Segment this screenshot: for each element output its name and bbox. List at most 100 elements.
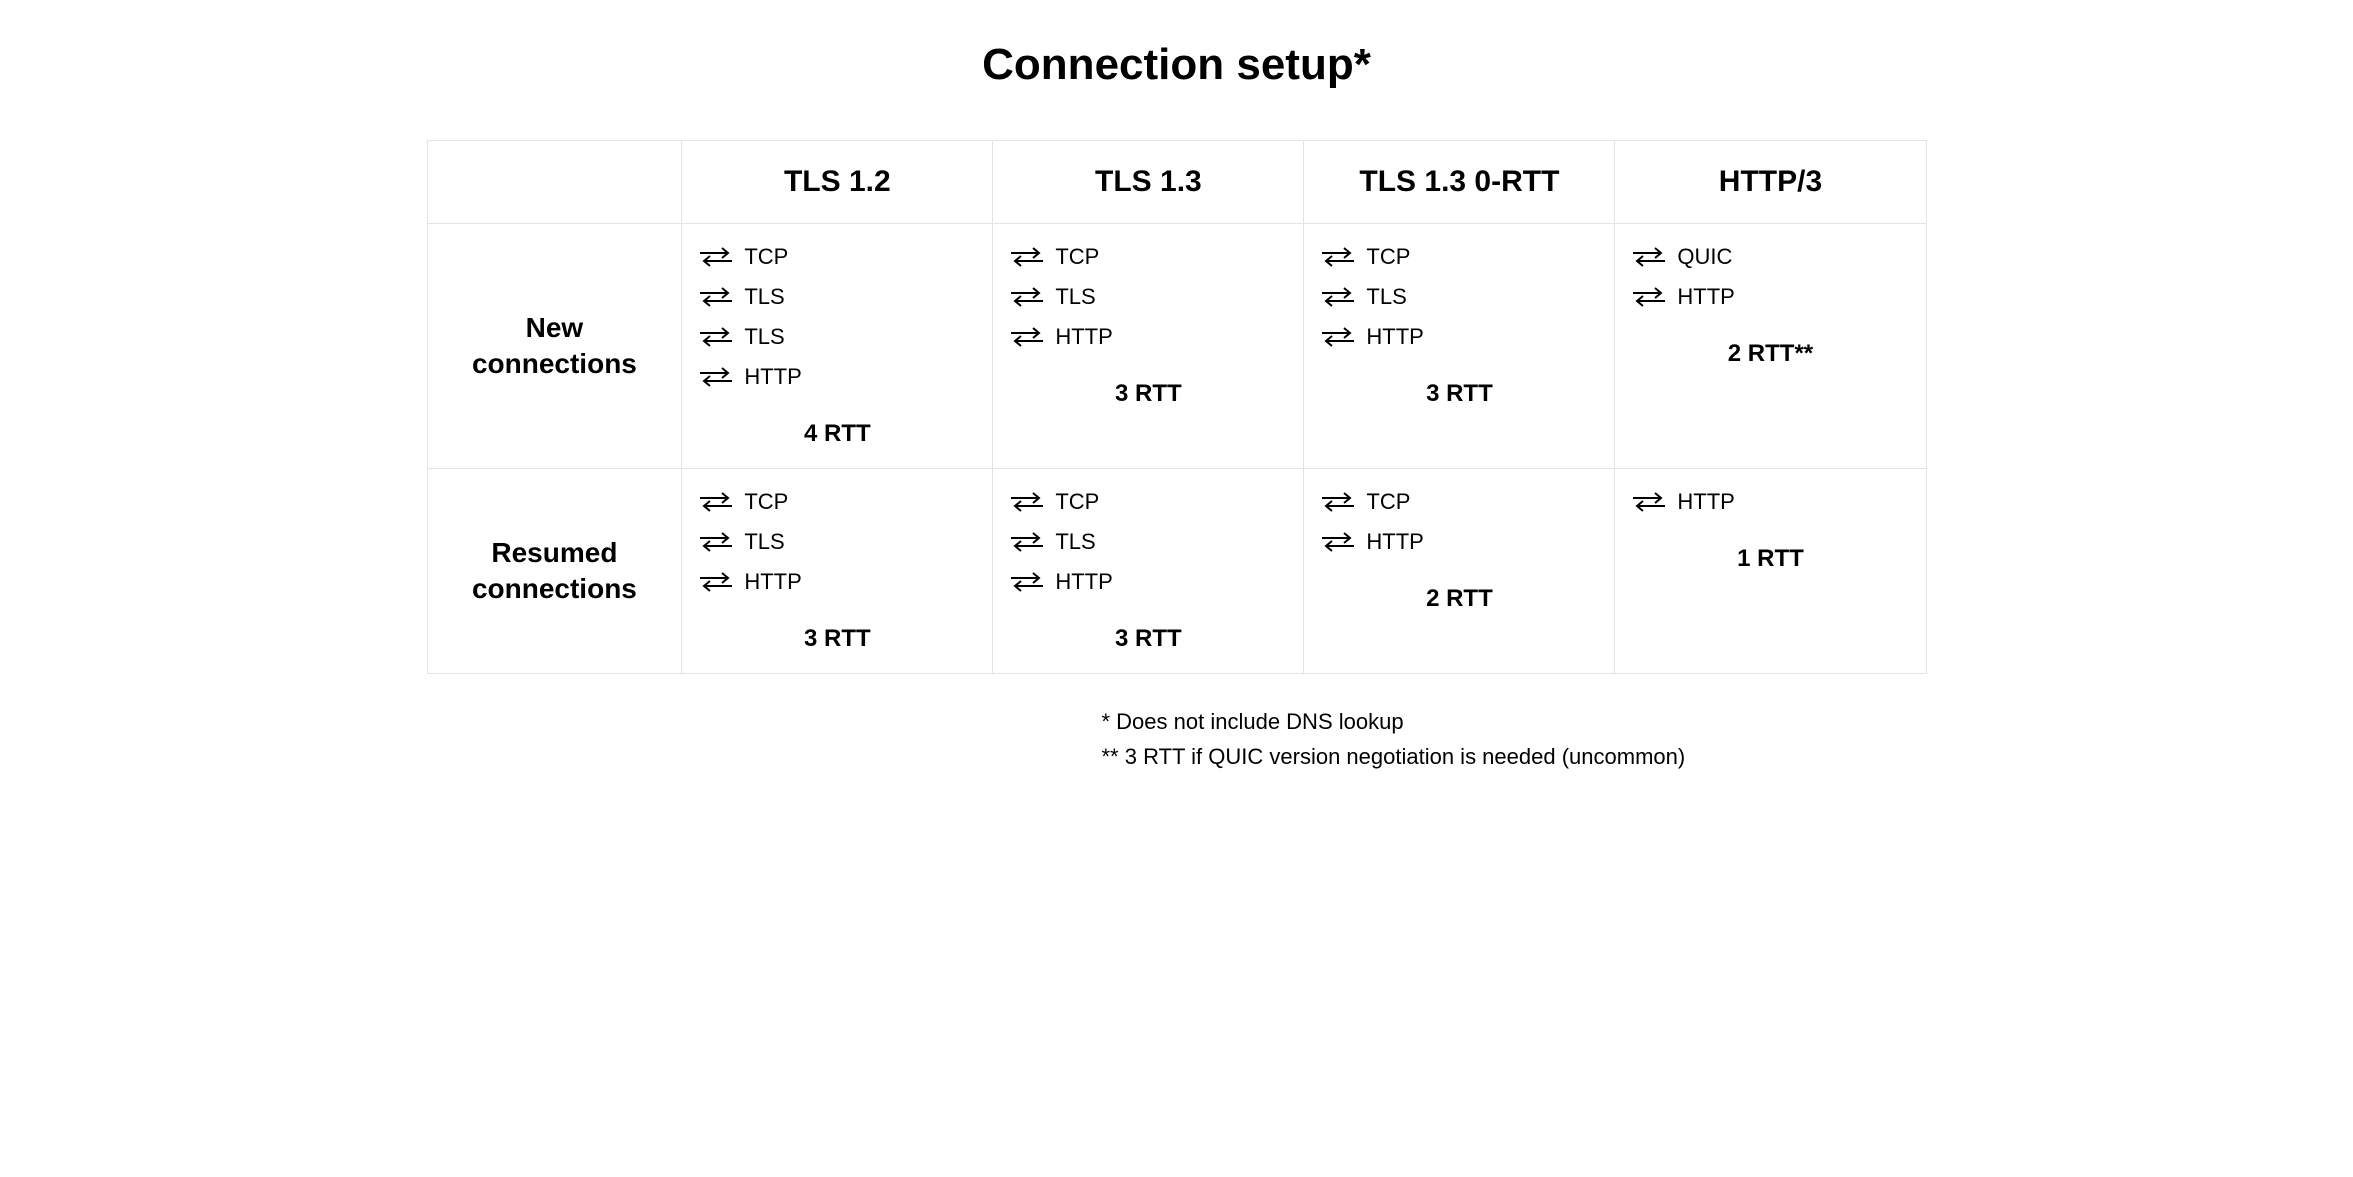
bidirectional-arrow-icon — [698, 245, 734, 269]
step-label: TLS — [1366, 284, 1406, 310]
bidirectional-arrow-icon — [1320, 325, 1356, 349]
step-label: HTTP — [744, 364, 801, 390]
step-item: TCP — [698, 489, 976, 515]
step-label: TLS — [744, 284, 784, 310]
step-item: HTTP — [698, 569, 976, 595]
rtt-value: 4 RTT — [698, 420, 976, 448]
resumed-connections-row: Resumed connections TCPTLSHTTP3 RTT TCPT… — [427, 469, 1926, 674]
rtt-value: 3 RTT — [1009, 380, 1287, 408]
step-item: HTTP — [1009, 569, 1287, 595]
resumed-tls13-0rtt-cell: TCP HTTP 2 RTT — [1304, 469, 1615, 674]
step-label: HTTP — [1677, 489, 1734, 515]
bidirectional-arrow-icon — [698, 570, 734, 594]
rtt-value: 1 RTT — [1631, 545, 1909, 573]
step-label: TCP — [744, 244, 788, 270]
bidirectional-arrow-icon — [698, 285, 734, 309]
step-item: TLS — [1009, 284, 1287, 310]
bidirectional-arrow-icon — [1009, 325, 1045, 349]
step-label: TCP — [744, 489, 788, 515]
bidirectional-arrow-icon — [1009, 285, 1045, 309]
step-label: TLS — [744, 324, 784, 350]
resumed-tls13-cell: TCP TLS HTTP 3 RTT — [993, 469, 1304, 674]
header-empty — [427, 141, 682, 224]
header-row: TLS 1.2 TLS 1.3 TLS 1.3 0-RTT HTTP/3 — [427, 141, 1926, 224]
step-item: TCP — [1009, 244, 1287, 270]
step-item: HTTP — [1631, 489, 1909, 515]
new-http3-cell: QUIC HTTP 2 RTT** — [1615, 224, 1926, 469]
step-item: TCP — [1320, 489, 1598, 515]
rtt-value: 2 RTT — [1320, 585, 1598, 613]
steps-list: TCP TLS HTTP — [1009, 244, 1287, 350]
step-label: TLS — [744, 529, 784, 555]
header-tls13: TLS 1.3 — [993, 141, 1304, 224]
bidirectional-arrow-icon — [1320, 530, 1356, 554]
step-label: TCP — [1055, 244, 1099, 270]
step-item: TLS — [1320, 284, 1598, 310]
step-label: HTTP — [1366, 324, 1423, 350]
step-item: TCP — [1009, 489, 1287, 515]
diagram-container: Connection setup* TLS 1.2 TLS 1.3 TLS 1.… — [427, 40, 1927, 774]
new-connections-row: New connections TCP TLS TLS HTTP 4 RTT TCP TL… — [427, 224, 1926, 469]
step-label: TCP — [1366, 489, 1410, 515]
new-tls12-cell: TCP TLS TLS HTTP 4 RTT — [682, 224, 993, 469]
bidirectional-arrow-icon — [698, 325, 734, 349]
new-connections-label: New connections — [427, 224, 682, 469]
footnotes: * Does not include DNS lookup ** 3 RTT i… — [1102, 704, 1927, 774]
step-label: HTTP — [744, 569, 801, 595]
step-item: HTTP — [1320, 529, 1598, 555]
steps-list: HTTP — [1631, 489, 1909, 515]
steps-list: QUIC HTTP — [1631, 244, 1909, 310]
step-item: HTTP — [1009, 324, 1287, 350]
bidirectional-arrow-icon — [1320, 490, 1356, 514]
bidirectional-arrow-icon — [1631, 490, 1667, 514]
bidirectional-arrow-icon — [1631, 285, 1667, 309]
header-tls12: TLS 1.2 — [682, 141, 993, 224]
step-item: TLS — [1009, 529, 1287, 555]
bidirectional-arrow-icon — [1009, 530, 1045, 554]
bidirectional-arrow-icon — [1009, 490, 1045, 514]
bidirectional-arrow-icon — [698, 490, 734, 514]
step-item: TCP — [698, 244, 976, 270]
rtt-value: 3 RTT — [1009, 625, 1287, 653]
steps-list: TCP TLS HTTP — [698, 489, 976, 595]
step-label: HTTP — [1677, 284, 1734, 310]
footnote-2: ** 3 RTT if QUIC version negotiation is … — [1102, 739, 1927, 774]
steps-list: TCP TLS HTTP — [1009, 489, 1287, 595]
step-label: HTTP — [1055, 324, 1112, 350]
step-label: TLS — [1055, 284, 1095, 310]
steps-list: TCP TLS HTTP — [1320, 244, 1598, 350]
rtt-value: 3 RTT — [698, 625, 976, 653]
step-label: TLS — [1055, 529, 1095, 555]
bidirectional-arrow-icon — [1009, 245, 1045, 269]
footnote-1: * Does not include DNS lookup — [1102, 704, 1927, 739]
bidirectional-arrow-icon — [698, 530, 734, 554]
bidirectional-arrow-icon — [698, 365, 734, 389]
step-label: HTTP — [1366, 529, 1423, 555]
step-item: TLS — [698, 324, 976, 350]
step-item: TCP — [1320, 244, 1598, 270]
step-item: HTTP — [1631, 284, 1909, 310]
bidirectional-arrow-icon — [1631, 245, 1667, 269]
bidirectional-arrow-icon — [1320, 285, 1356, 309]
step-item: HTTP — [698, 364, 976, 390]
step-label: TCP — [1055, 489, 1099, 515]
step-item: HTTP — [1320, 324, 1598, 350]
step-item: QUIC — [1631, 244, 1909, 270]
step-label: TCP — [1366, 244, 1410, 270]
steps-list: TCP TLS TLS HTTP — [698, 244, 976, 390]
resumed-connections-label: Resumed connections — [427, 469, 682, 674]
step-label: QUIC — [1677, 244, 1732, 270]
comparison-table: TLS 1.2 TLS 1.3 TLS 1.3 0-RTT HTTP/3 New… — [427, 140, 1927, 674]
rtt-value: 2 RTT** — [1631, 340, 1909, 368]
header-tls13-0rtt: TLS 1.3 0-RTT — [1304, 141, 1615, 224]
rtt-value: 3 RTT — [1320, 380, 1598, 408]
step-label: HTTP — [1055, 569, 1112, 595]
header-http3: HTTP/3 — [1615, 141, 1926, 224]
steps-list: TCP HTTP — [1320, 489, 1598, 555]
bidirectional-arrow-icon — [1009, 570, 1045, 594]
step-item: TLS — [698, 284, 976, 310]
bidirectional-arrow-icon — [1320, 245, 1356, 269]
new-tls13-0rtt-cell: TCP TLS HTTP 3 RTT — [1304, 224, 1615, 469]
resumed-http3-cell: HTTP 1 RTT — [1615, 469, 1926, 674]
step-item: TLS — [698, 529, 976, 555]
